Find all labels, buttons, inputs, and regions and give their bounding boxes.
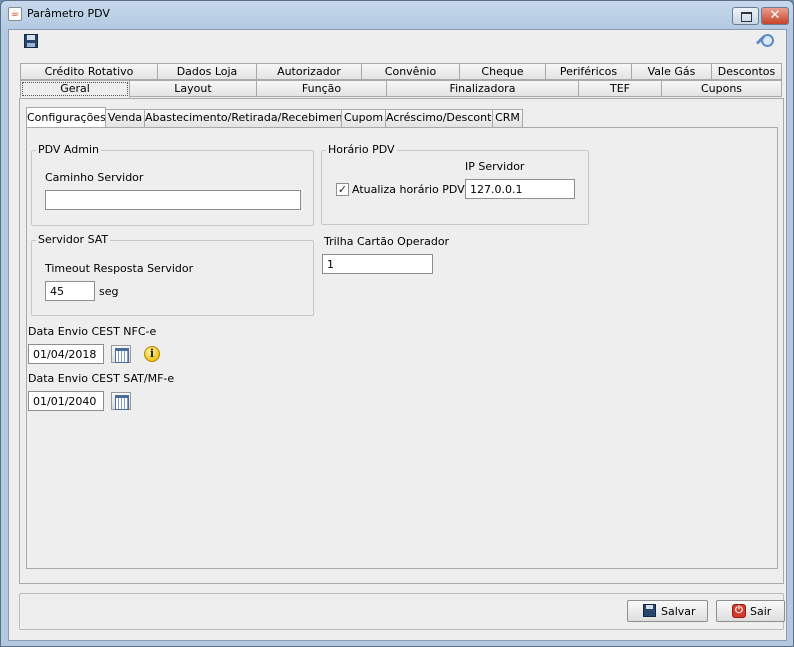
geral-tab-panel: Configurações Venda Abastecimento/Retira… bbox=[19, 98, 784, 584]
timeout-input[interactable] bbox=[45, 281, 95, 301]
caminho-servidor-input[interactable] bbox=[45, 190, 301, 210]
salvar-label: Salvar bbox=[661, 605, 696, 618]
tab-configuracoes[interactable]: Configurações bbox=[26, 107, 106, 128]
title-bar: ☕ Parâmetro PDV ✕ bbox=[1, 1, 793, 29]
key-icon[interactable] bbox=[755, 33, 775, 51]
tab-autorizador[interactable]: Autorizador bbox=[256, 63, 362, 80]
tab-funcao[interactable]: Função bbox=[256, 80, 387, 97]
tab-layout[interactable]: Layout bbox=[129, 80, 257, 97]
tab-descontos[interactable]: Descontos bbox=[711, 63, 782, 80]
tab-credito-rotativo[interactable]: Crédito Rotativo bbox=[20, 63, 158, 80]
window-title: Parâmetro PDV bbox=[27, 7, 110, 20]
save-toolbar-icon[interactable] bbox=[24, 34, 38, 48]
pdv-admin-group: PDV Admin Caminho Servidor bbox=[31, 143, 314, 226]
tab-dados-loja[interactable]: Dados Loja bbox=[157, 63, 257, 80]
trilha-cartao-label: Trilha Cartão Operador bbox=[324, 235, 450, 248]
tab-abastecimento[interactable]: Abastecimento/Retirada/Recebimento bbox=[144, 109, 354, 127]
horario-pdv-group: Horário PDV ✓ Atualiza horário PDV IP Se… bbox=[321, 143, 589, 225]
tab-tef[interactable]: TEF bbox=[578, 80, 662, 97]
tab-crm[interactable]: CRM bbox=[492, 109, 523, 127]
cest-sat-date-input[interactable] bbox=[28, 391, 104, 411]
tab-perifericos[interactable]: Periféricos bbox=[545, 63, 632, 80]
tab-cupom[interactable]: Cupom bbox=[341, 109, 386, 127]
tab-vale-gas[interactable]: Vale Gás bbox=[631, 63, 712, 80]
calendar-icon[interactable] bbox=[111, 392, 131, 410]
cest-nfce-date-input[interactable] bbox=[28, 344, 104, 364]
atualiza-horario-checkbox[interactable]: ✓ bbox=[336, 183, 349, 196]
configuracoes-panel: PDV Admin Caminho Servidor Horário PDV ✓… bbox=[26, 127, 778, 569]
sair-button[interactable]: ⏻ Sair bbox=[716, 600, 785, 622]
tab-cupons[interactable]: Cupons bbox=[661, 80, 782, 97]
footer-bar: Salvar ⏻ Sair bbox=[19, 593, 785, 630]
timeout-label: Timeout Resposta Servidor bbox=[45, 262, 194, 275]
tab-geral[interactable]: Geral bbox=[20, 80, 130, 98]
window: ☕ Parâmetro PDV ✕ Crédito Rotativo Dados… bbox=[0, 0, 794, 647]
cest-sat-label: Data Envio CEST SAT/MF-e bbox=[28, 372, 175, 385]
tab-venda[interactable]: Venda bbox=[105, 109, 145, 127]
tab-cheque[interactable]: Cheque bbox=[459, 63, 546, 80]
atualiza-horario-label: Atualiza horário PDV bbox=[352, 183, 465, 196]
close-button[interactable]: ✕ bbox=[761, 7, 789, 25]
caminho-servidor-label: Caminho Servidor bbox=[45, 171, 144, 184]
outer-tab-strip: Crédito Rotativo Dados Loja Autorizador … bbox=[20, 63, 782, 98]
save-icon bbox=[643, 604, 656, 617]
calendar-icon[interactable] bbox=[111, 345, 131, 363]
horario-pdv-title: Horário PDV bbox=[326, 143, 397, 156]
salvar-button[interactable]: Salvar bbox=[627, 600, 708, 622]
power-icon: ⏻ bbox=[732, 604, 746, 618]
servidor-sat-group: Servidor SAT Timeout Resposta Servidor s… bbox=[31, 233, 314, 316]
ip-servidor-label: IP Servidor bbox=[465, 160, 525, 173]
ip-servidor-input[interactable] bbox=[465, 179, 575, 199]
java-app-icon: ☕ bbox=[8, 7, 22, 21]
timeout-unit-label: seg bbox=[99, 285, 119, 298]
tab-finalizadora[interactable]: Finalizadora bbox=[386, 80, 579, 97]
sair-label: Sair bbox=[750, 605, 772, 618]
client-area: Crédito Rotativo Dados Loja Autorizador … bbox=[8, 29, 787, 641]
trilha-cartao-input[interactable] bbox=[322, 254, 433, 274]
cest-nfce-label: Data Envio CEST NFC-e bbox=[28, 325, 157, 338]
pdv-admin-title: PDV Admin bbox=[36, 143, 101, 156]
servidor-sat-title: Servidor SAT bbox=[36, 233, 111, 246]
tab-acrescimo-desconto[interactable]: Acréscimo/Desconto bbox=[385, 109, 498, 127]
info-icon[interactable]: i bbox=[144, 346, 160, 362]
restore-button[interactable] bbox=[732, 7, 759, 25]
tab-convenio[interactable]: Convênio bbox=[361, 63, 460, 80]
